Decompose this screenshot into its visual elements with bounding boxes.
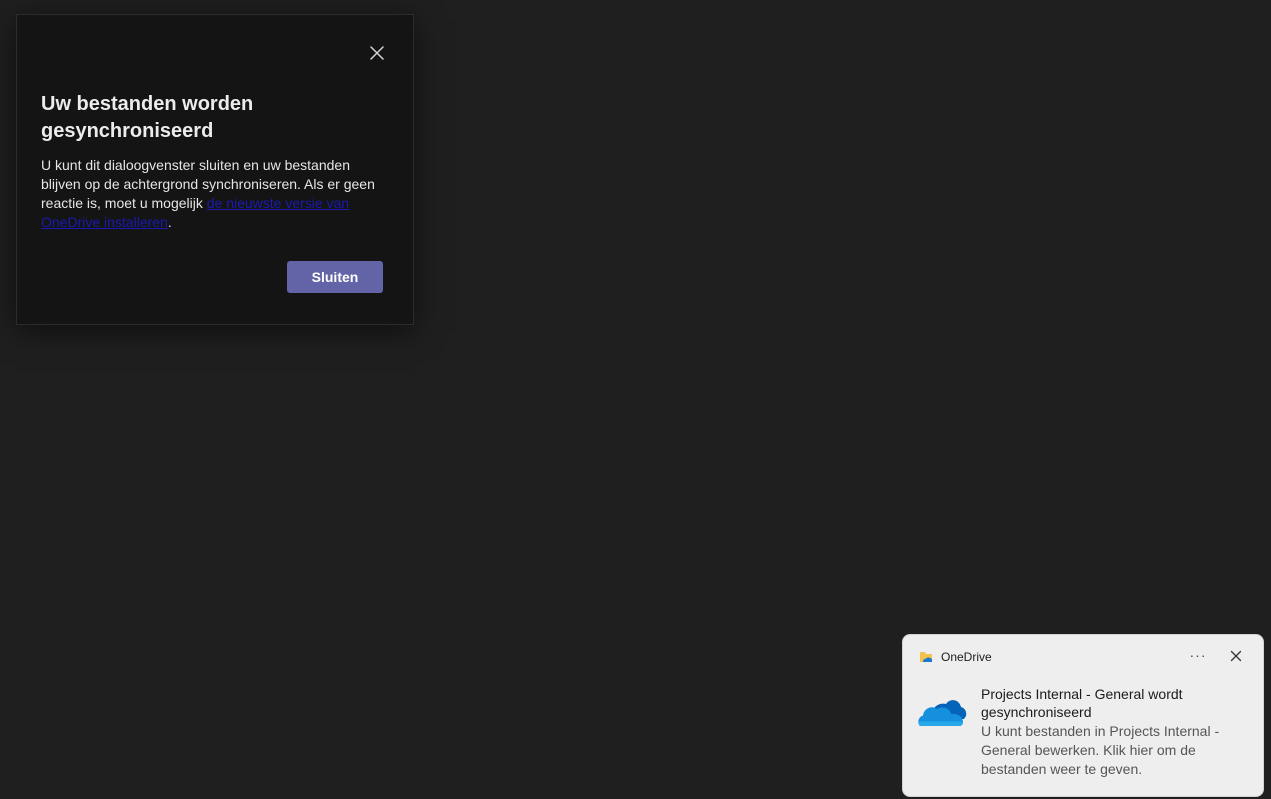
onedrive-folder-icon <box>919 650 933 664</box>
sync-dialog: Uw bestanden worden gesynchroniseerd U k… <box>16 14 414 325</box>
close-button[interactable]: Sluiten <box>287 261 383 293</box>
notification-title: Projects Internal - General wordt gesync… <box>981 686 1183 720</box>
dialog-body: U kunt dit dialoogvenster sluiten en uw … <box>41 156 386 232</box>
dialog-body-end: . <box>167 214 172 230</box>
close-icon[interactable] <box>367 43 387 63</box>
notification-message: U kunt bestanden in Projects Internal - … <box>981 723 1220 777</box>
onedrive-cloud-icon <box>917 693 967 729</box>
onedrive-notification[interactable]: OneDrive ··· Projects Internal - General… <box>902 634 1264 797</box>
notification-app-name: OneDrive <box>941 650 992 664</box>
dialog-title: Uw bestanden worden gesynchroniseerd <box>41 93 254 142</box>
close-icon[interactable] <box>1229 649 1243 663</box>
more-options-icon[interactable]: ··· <box>1187 646 1209 666</box>
